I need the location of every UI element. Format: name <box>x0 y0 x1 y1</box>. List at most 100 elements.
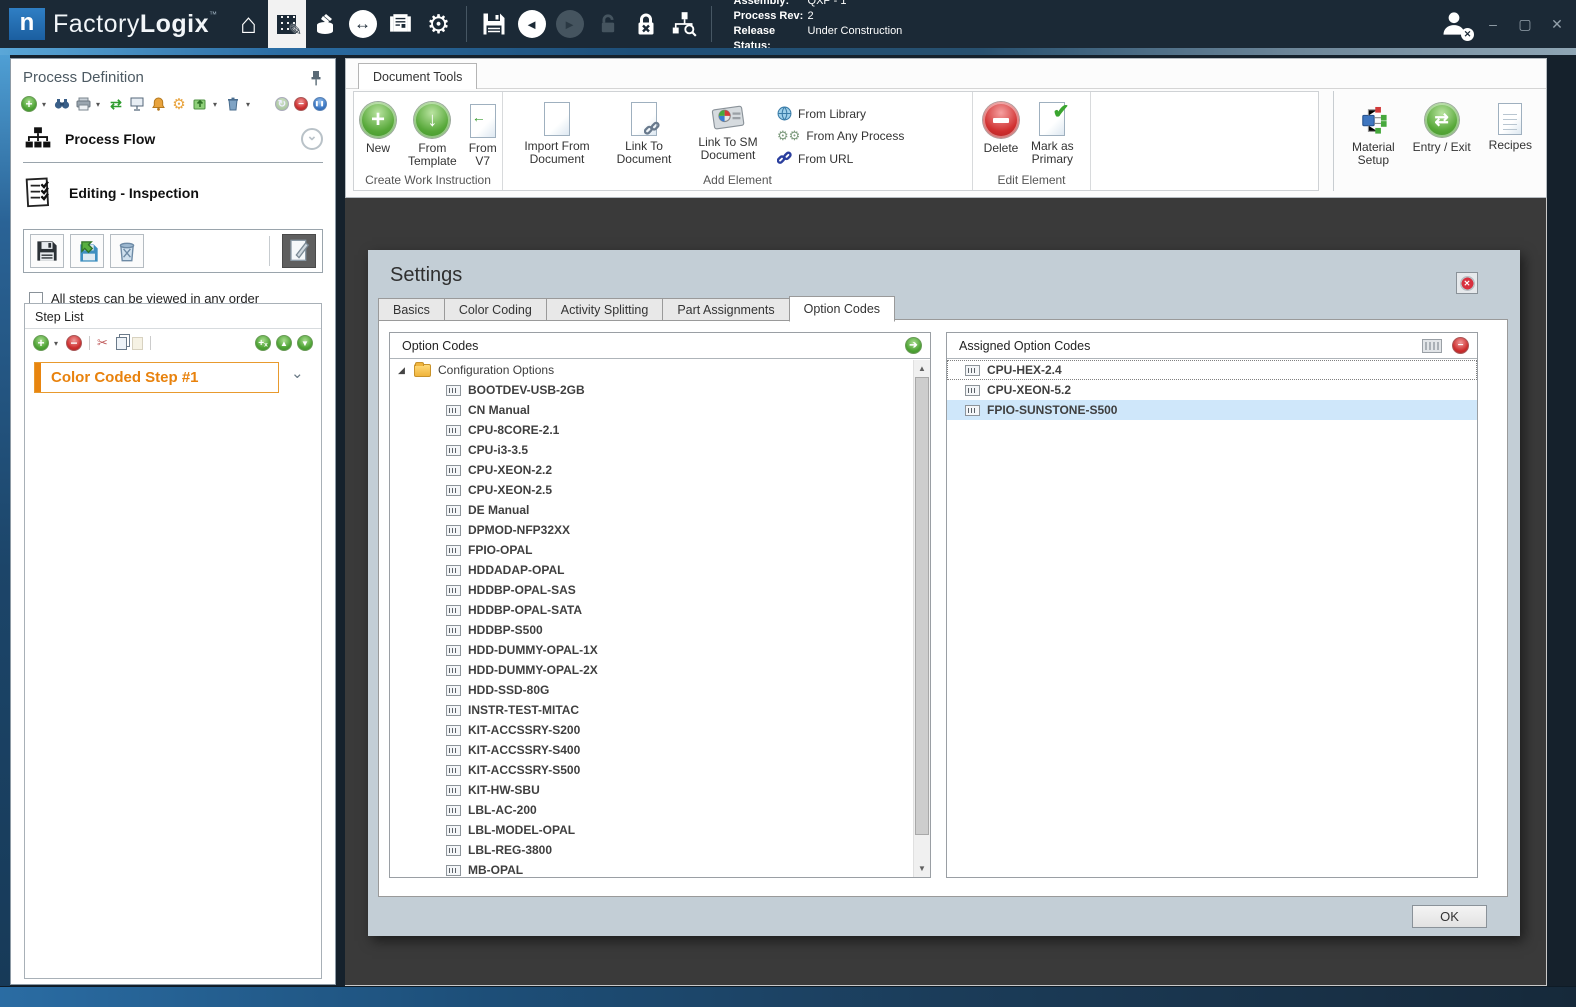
paste-icon[interactable] <box>131 336 143 350</box>
reorder-steps-icon[interactable]: ⇄ <box>108 96 124 112</box>
option-code-row[interactable]: KIT-ACCSSRY-S200 <box>390 720 913 740</box>
presentation-icon[interactable] <box>129 96 145 112</box>
option-code-row[interactable]: KIT-ACCSSRY-S400 <box>390 740 913 760</box>
assigned-option-code-row[interactable]: CPU-XEON-5.2 <box>947 380 1477 400</box>
add-multiple-steps-icon[interactable]: +ₓ <box>255 335 271 351</box>
process-flow-row[interactable]: Process Flow ⌄ <box>11 120 335 160</box>
from-v7-button[interactable]: ← From V7 <box>463 98 503 168</box>
import-from-document-button[interactable]: Import From Document <box>511 98 603 166</box>
add-caret-icon[interactable]: ▾ <box>42 100 49 109</box>
option-code-row[interactable]: HDDADAP-OPAL <box>390 560 913 580</box>
alert-bell-icon[interactable] <box>150 96 166 112</box>
recipes-button[interactable]: Recipes <box>1483 99 1538 152</box>
add-icon[interactable]: + <box>21 96 37 112</box>
tree-root-row[interactable]: ◢ Configuration Options <box>390 360 913 380</box>
settings-gear-icon[interactable]: ⚙ <box>420 0 458 48</box>
ok-button[interactable]: OK <box>1412 905 1487 928</box>
import-template-button[interactable] <box>70 234 104 268</box>
add-step-caret-icon[interactable]: ▾ <box>54 339 61 348</box>
process-audit-icon[interactable] <box>665 0 703 48</box>
option-code-row[interactable]: HDDBP-S500 <box>390 620 913 640</box>
option-code-row[interactable]: CPU-i3-3.5 <box>390 440 913 460</box>
from-any-process-button[interactable]: ⚙⚙ From Any Process <box>777 128 904 144</box>
editing-mode-row[interactable]: Editing - Inspection <box>11 165 335 219</box>
work-instructions-icon[interactable]: ✎ <box>267 0 306 48</box>
document-import-icon[interactable] <box>306 0 344 48</box>
move-step-up-icon[interactable]: ▲ <box>276 335 292 351</box>
option-code-row[interactable]: HDD-SSD-80G <box>390 680 913 700</box>
option-code-row[interactable]: LBL-MODEL-OPAL <box>390 820 913 840</box>
step-chevron-icon[interactable]: ⌄ <box>291 364 304 382</box>
settings-tab[interactable]: Activity Splitting <box>545 298 663 321</box>
option-code-row[interactable]: LBL-AC-200 <box>390 800 913 820</box>
close-button[interactable]: ✕ <box>1548 16 1566 33</box>
option-code-row[interactable]: FPIO-OPAL <box>390 540 913 560</box>
move-step-down-icon[interactable]: ▼ <box>297 335 313 351</box>
expander-icon[interactable]: ◢ <box>398 365 414 376</box>
option-code-row[interactable]: KIT-HW-SBU <box>390 780 913 800</box>
copy-icon[interactable] <box>115 336 127 350</box>
option-code-row[interactable]: CN Manual <box>390 400 913 420</box>
option-code-row[interactable]: CPU-XEON-2.5 <box>390 480 913 500</box>
export-caret-icon[interactable]: ▾ <box>213 100 220 109</box>
print-icon[interactable] <box>75 96 91 112</box>
unlock-icon[interactable] <box>589 0 627 48</box>
option-code-row[interactable]: DE Manual <box>390 500 913 520</box>
assigned-option-code-row[interactable]: CPU-HEX-2.4 <box>947 360 1477 380</box>
from-url-button[interactable]: From URL <box>777 151 904 166</box>
material-setup-button[interactable]: Material Setup <box>1346 99 1401 167</box>
edit-document-toggle[interactable] <box>282 234 316 268</box>
delete-element-button[interactable]: Delete <box>977 98 1025 155</box>
from-library-button[interactable]: From Library <box>777 106 904 121</box>
delete-doc-button[interactable] <box>110 234 144 268</box>
link-to-sm-document-button[interactable]: Link To SM Document <box>685 98 771 162</box>
option-code-row[interactable]: HDD-DUMMY-OPAL-1X <box>390 640 913 660</box>
sync-icon[interactable]: ↔ <box>344 0 382 48</box>
print-caret-icon[interactable]: ▾ <box>96 100 103 109</box>
edit-option-code-icon[interactable] <box>1422 338 1442 353</box>
add-step-icon[interactable]: + <box>33 335 49 351</box>
option-code-row[interactable]: LBL-REG-3800 <box>390 840 913 860</box>
pin-icon[interactable] <box>309 70 323 86</box>
maximize-button[interactable]: ▢ <box>1516 16 1534 33</box>
delete-caret-icon[interactable]: ▾ <box>246 100 253 109</box>
options-gear-icon[interactable]: ⚙ <box>171 96 187 113</box>
reports-icon[interactable] <box>382 0 420 48</box>
link-to-document-button[interactable]: Link To Document <box>603 98 685 166</box>
lock-cancel-icon[interactable] <box>627 0 665 48</box>
assigned-option-code-row[interactable]: FPIO-SUNSTONE-S500 <box>947 400 1477 420</box>
option-code-row[interactable]: DPMOD-NFP32XX <box>390 520 913 540</box>
save-icon[interactable] <box>475 0 513 48</box>
mark-as-primary-button[interactable]: ✔ Mark as Primary <box>1025 98 1080 166</box>
option-code-row[interactable]: BOOTDEV-USB-2GB <box>390 380 913 400</box>
tree-scrollbar[interactable]: ▲ ▼ <box>913 360 930 877</box>
minimize-button[interactable]: – <box>1484 16 1502 32</box>
option-code-row[interactable]: HDDBP-OPAL-SATA <box>390 600 913 620</box>
remove-step-icon[interactable]: − <box>66 335 82 351</box>
unassign-icon[interactable]: − <box>1452 337 1469 354</box>
find-icon[interactable] <box>54 96 70 112</box>
entry-exit-button[interactable]: ⇄ Entry / Exit <box>1407 99 1477 154</box>
scroll-down-icon[interactable]: ▼ <box>914 860 930 877</box>
option-code-row[interactable]: INSTR-TEST-MITAC <box>390 700 913 720</box>
dialog-close-button[interactable]: ✕ <box>1456 272 1478 294</box>
back-icon[interactable]: ◄ <box>513 0 551 48</box>
delete-step-icon[interactable] <box>225 96 241 112</box>
tab-document-tools[interactable]: Document Tools <box>358 63 478 89</box>
option-code-row[interactable]: CPU-8CORE-2.1 <box>390 420 913 440</box>
forward-icon[interactable]: ► <box>551 0 589 48</box>
option-code-row[interactable]: HDD-DUMMY-OPAL-2X <box>390 660 913 680</box>
settings-tab[interactable]: Color Coding <box>443 298 546 321</box>
expand-circle-icon[interactable]: ⌄ <box>301 128 323 150</box>
home-icon[interactable]: ⌂ <box>230 0 268 48</box>
step-item[interactable]: Color Coded Step #1 <box>34 362 279 393</box>
settings-tab[interactable]: Part Assignments <box>662 298 789 321</box>
option-code-row[interactable]: CPU-XEON-2.2 <box>390 460 913 480</box>
assign-arrow-icon[interactable]: ➔ <box>905 337 922 354</box>
new-button[interactable]: + New <box>354 98 402 155</box>
cut-icon[interactable]: ✂ <box>97 335 108 351</box>
remove-icon[interactable]: − <box>294 97 308 111</box>
option-code-row[interactable]: HDDBP-OPAL-SAS <box>390 580 913 600</box>
settings-tab[interactable]: Basics <box>378 298 444 321</box>
settings-tab[interactable]: Option Codes <box>788 296 896 322</box>
